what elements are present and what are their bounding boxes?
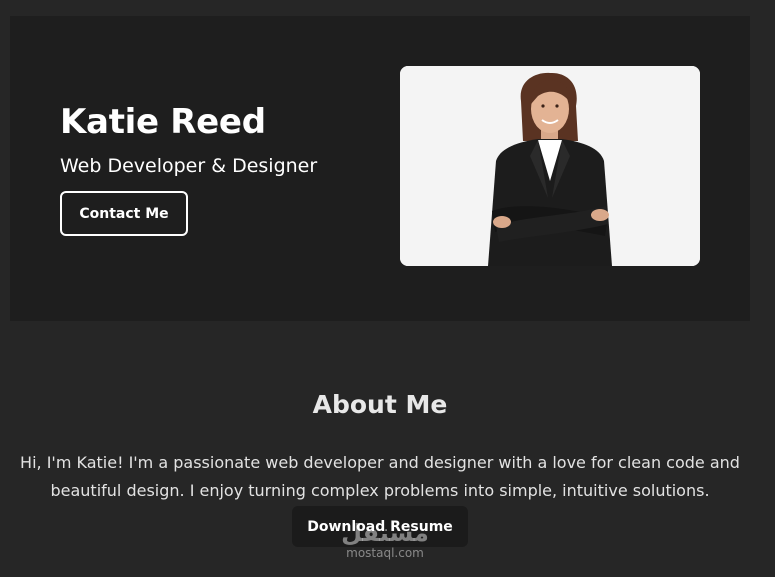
hero-section: Katie Reed Web Developer & Designer Cont… — [10, 16, 750, 321]
contact-me-button[interactable]: Contact Me — [60, 191, 188, 236]
about-text: Hi, I'm Katie! I'm a passionate web deve… — [20, 453, 740, 500]
download-resume-button[interactable]: Download Resume — [292, 506, 468, 547]
about-title: About Me — [312, 390, 448, 419]
hero-name: Katie Reed — [60, 102, 266, 142]
watermark-text: mostaql.com — [346, 546, 424, 560]
profile-photo — [400, 66, 700, 266]
hero-role: Web Developer & Designer — [60, 155, 318, 177]
